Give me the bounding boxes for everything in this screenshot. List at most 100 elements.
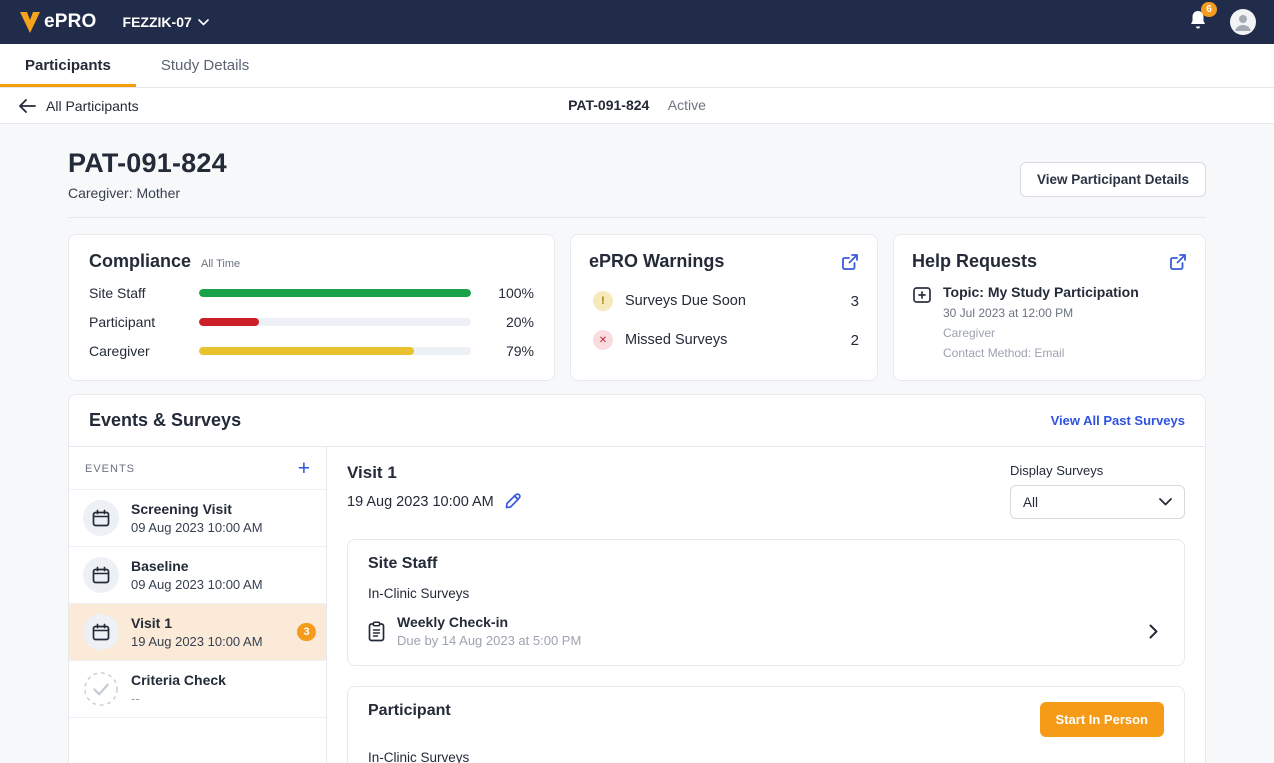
view-participant-details-button[interactable]: View Participant Details xyxy=(1020,162,1206,197)
chevron-right-icon[interactable] xyxy=(1149,624,1158,639)
brand-v-icon xyxy=(18,9,42,35)
back-to-all-participants[interactable]: All Participants xyxy=(18,98,139,114)
warning-label: Surveys Due Soon xyxy=(625,293,746,309)
compliance-label: Caregiver xyxy=(89,343,199,359)
compliance-label: Site Staff xyxy=(89,285,199,301)
compliance-row-caregiver: Caregiver 79% xyxy=(89,343,534,359)
events-list-panel: EVENTS + Screening Visit 09 Aug 2023 10:… xyxy=(69,447,327,763)
display-surveys-value: All xyxy=(1023,495,1038,510)
progress-fill xyxy=(199,318,259,326)
warning-row-missed: ✕ Missed Surveys 2 xyxy=(589,330,859,350)
visit-title: Visit 1 xyxy=(347,463,521,483)
tab-participants[interactable]: Participants xyxy=(0,44,136,87)
logo-text: ePRO xyxy=(44,11,97,33)
clipboard-icon xyxy=(368,621,385,642)
user-avatar[interactable] xyxy=(1230,9,1256,35)
help-requests-card: Help Requests Topic: My Study Participat… xyxy=(893,234,1206,381)
view-all-past-surveys-link[interactable]: View All Past Surveys xyxy=(1051,413,1185,428)
event-date: 09 Aug 2023 10:00 AM xyxy=(131,577,263,592)
event-count-badge: 3 xyxy=(297,623,316,641)
warning-count: 2 xyxy=(851,332,859,349)
epro-warnings-external-link-icon[interactable] xyxy=(841,253,859,271)
display-surveys-label: Display Surveys xyxy=(1010,463,1185,478)
site-staff-subtitle: In-Clinic Surveys xyxy=(368,586,1164,601)
warning-row-due-soon: ! Surveys Due Soon 3 xyxy=(589,291,859,311)
calendar-icon xyxy=(83,614,119,650)
event-item-visit-1[interactable]: Visit 1 19 Aug 2023 10:00 AM 3 xyxy=(69,604,326,661)
event-name: Baseline xyxy=(131,558,263,574)
app-logo: ePRO xyxy=(18,9,97,35)
site-staff-section: Site Staff In-Clinic Surveys Weekly Chec… xyxy=(347,539,1185,666)
top-navbar: ePRO FEZZIK-07 6 xyxy=(0,0,1274,44)
calendar-icon xyxy=(83,557,119,593)
header-divider xyxy=(68,217,1206,218)
compliance-value: 20% xyxy=(489,314,534,330)
compliance-label: Participant xyxy=(89,314,199,330)
event-name: Screening Visit xyxy=(131,501,263,517)
survey-name: Weekly Check-in xyxy=(397,614,581,630)
events-caption: EVENTS xyxy=(85,463,135,475)
warning-count: 3 xyxy=(851,293,859,310)
page-title: PAT-091-824 xyxy=(68,148,227,179)
calendar-icon xyxy=(83,500,119,536)
notifications-button[interactable]: 6 xyxy=(1188,9,1208,36)
progress-track xyxy=(199,289,471,297)
epro-warnings-title: ePRO Warnings xyxy=(589,251,724,272)
compliance-value: 79% xyxy=(489,343,534,359)
display-surveys-select[interactable]: All xyxy=(1010,485,1185,519)
event-item-screening-visit[interactable]: Screening Visit 09 Aug 2023 10:00 AM xyxy=(69,490,326,547)
compliance-row-site-staff: Site Staff 100% xyxy=(89,285,534,301)
back-arrow-icon xyxy=(18,99,36,113)
study-selector-label: FEZZIK-07 xyxy=(123,14,192,30)
event-item-baseline[interactable]: Baseline 09 Aug 2023 10:00 AM xyxy=(69,547,326,604)
participant-status: Active xyxy=(668,97,706,113)
chevron-down-icon xyxy=(198,19,209,26)
event-date: -- xyxy=(131,691,226,706)
compliance-period: All Time xyxy=(201,258,240,270)
edit-datetime-button[interactable] xyxy=(504,493,521,510)
participant-section: Participant Start In Person In-Clinic Su… xyxy=(347,686,1185,763)
event-date: 19 Aug 2023 10:00 AM xyxy=(131,634,263,649)
progress-track xyxy=(199,318,471,326)
request-plus-square-icon xyxy=(912,285,932,305)
progress-track xyxy=(199,347,471,355)
criteria-check-icon xyxy=(83,671,119,707)
pencil-icon xyxy=(504,493,521,510)
survey-row-weekly-check-in[interactable]: Weekly Check-in Due by 14 Aug 2023 at 5:… xyxy=(368,614,1164,648)
breadcrumb-center: PAT-091-824 Active xyxy=(0,97,1274,115)
help-requests-external-link-icon[interactable] xyxy=(1169,253,1187,271)
survey-due: Due by 14 Aug 2023 at 5:00 PM xyxy=(397,633,581,648)
add-event-button[interactable]: + xyxy=(298,462,310,476)
help-request-topic: Topic: My Study Participation xyxy=(943,284,1139,300)
event-date: 09 Aug 2023 10:00 AM xyxy=(131,520,263,535)
progress-fill xyxy=(199,347,414,355)
main-tabbar: Participants Study Details xyxy=(0,44,1274,88)
compliance-value: 100% xyxy=(489,285,534,301)
epro-warnings-card: ePRO Warnings ! Surveys Due Soon 3 ✕ Mis… xyxy=(570,234,878,381)
caregiver-subtitle: Caregiver: Mother xyxy=(68,185,227,201)
progress-fill xyxy=(199,289,471,297)
tab-study-details[interactable]: Study Details xyxy=(136,44,274,87)
event-item-criteria-check[interactable]: Criteria Check -- xyxy=(69,661,326,718)
study-selector-dropdown[interactable]: FEZZIK-07 xyxy=(123,14,209,30)
site-staff-title: Site Staff xyxy=(368,555,1164,573)
help-request-item: Topic: My Study Participation 30 Jul 202… xyxy=(912,284,1187,360)
participant-title: Participant xyxy=(368,702,451,720)
breadcrumb-bar: All Participants PAT-091-824 Active xyxy=(0,88,1274,124)
compliance-card: Compliance All Time Site Staff 100% Part… xyxy=(68,234,555,381)
warning-label: Missed Surveys xyxy=(625,332,727,348)
warning-missed-icon: ✕ xyxy=(593,330,613,350)
help-request-contact: Contact Method: Email xyxy=(943,346,1139,360)
person-icon xyxy=(1230,9,1256,35)
start-in-person-button[interactable]: Start In Person xyxy=(1040,702,1164,737)
help-requests-title: Help Requests xyxy=(912,251,1037,272)
participant-subtitle: In-Clinic Surveys xyxy=(368,750,1164,763)
back-label: All Participants xyxy=(46,98,139,114)
events-surveys-title: Events & Surveys xyxy=(89,410,241,431)
notification-count-badge: 6 xyxy=(1201,2,1217,17)
visit-datetime: 19 Aug 2023 10:00 AM xyxy=(347,494,494,510)
help-request-role: Caregiver xyxy=(943,326,1139,340)
warning-due-icon: ! xyxy=(593,291,613,311)
help-request-datetime: 30 Jul 2023 at 12:00 PM xyxy=(943,306,1139,320)
compliance-title: Compliance xyxy=(89,251,191,272)
